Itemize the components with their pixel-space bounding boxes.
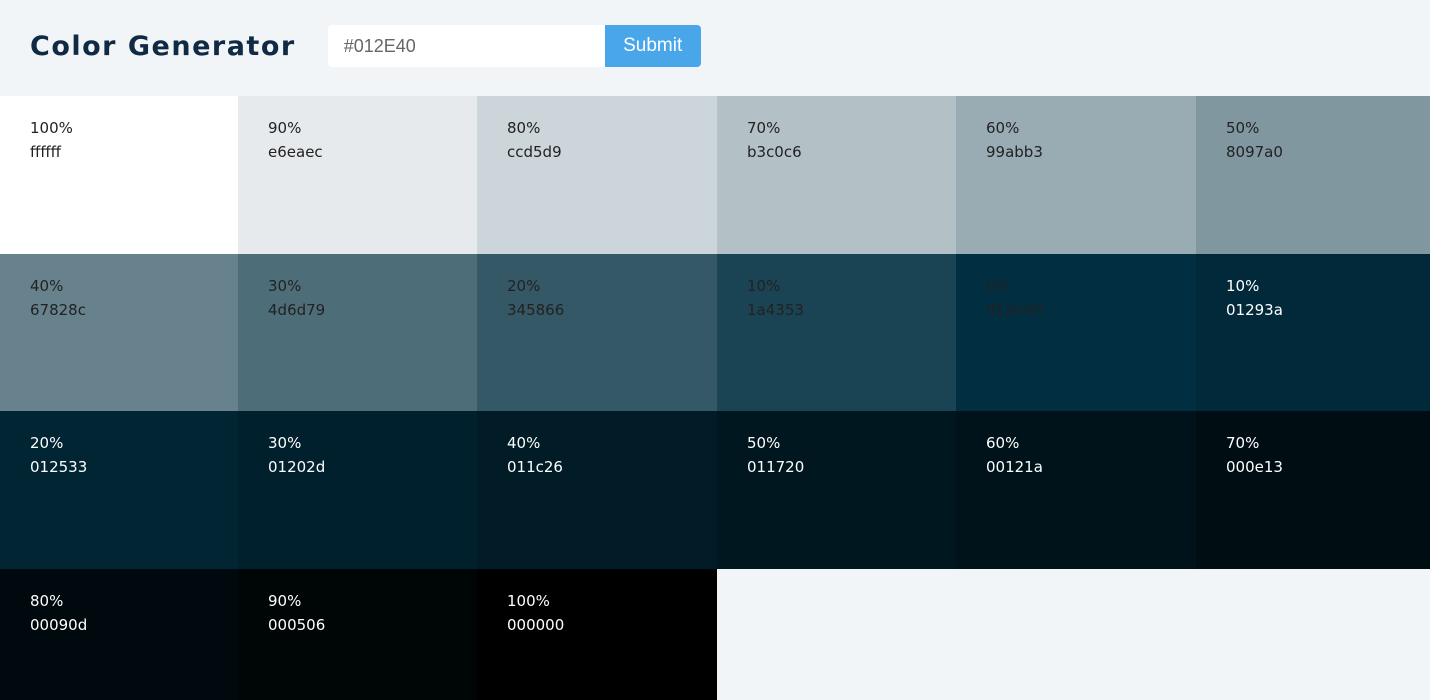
swatch-hex: 99abb3 — [986, 143, 1043, 161]
color-swatch[interactable]: 80% 00090d — [0, 568, 238, 700]
color-swatch[interactable]: 70% 000e13 — [1196, 411, 1430, 569]
swatch-percent: 10% — [1226, 276, 1260, 295]
color-swatch[interactable]: 100% ffffff — [0, 96, 238, 254]
color-swatch[interactable]: 80% ccd5d9 — [477, 96, 717, 254]
swatch-percent: 30% — [268, 276, 302, 295]
swatch-hex: 00090d — [30, 615, 88, 634]
color-swatch[interactable]: 60% 00121a — [956, 411, 1196, 569]
swatch-percent: 60% — [986, 434, 1020, 452]
swatch-hex: ccd5d9 — [507, 143, 562, 161]
swatch-percent: 30% — [268, 434, 302, 452]
swatch-hex: 8097a0 — [1226, 143, 1283, 161]
color-swatch[interactable]: 90% e6eaec — [238, 96, 477, 254]
page-title: Color Generator — [30, 31, 296, 62]
swatch-hex: 000000 — [507, 615, 565, 634]
swatch-hex: 011c26 — [507, 458, 563, 476]
color-swatch[interactable]: 50% 011720 — [717, 411, 956, 569]
swatch-percent: 70% — [747, 119, 781, 137]
swatch-percent: 70% — [1226, 434, 1260, 452]
color-swatch[interactable]: 0% 012e40 — [956, 253, 1196, 411]
swatch-hex: 000506 — [268, 615, 326, 634]
color-swatch[interactable]: 40% 67828c — [0, 253, 238, 411]
swatch-hex: ffffff — [30, 143, 62, 161]
swatch-percent: 60% — [986, 119, 1020, 137]
submit-button[interactable]: Submit — [604, 25, 701, 67]
swatch-percent: 40% — [30, 276, 64, 295]
color-swatch[interactable]: 90% 000506 — [238, 568, 477, 700]
swatch-hex: 345866 — [507, 300, 565, 319]
swatch-hex: 00121a — [986, 458, 1043, 476]
swatch-percent: 50% — [747, 434, 781, 452]
swatch-hex: 67828c — [30, 300, 86, 319]
swatch-percent: 20% — [30, 434, 64, 452]
color-swatch[interactable]: 30% 4d6d79 — [238, 253, 477, 411]
swatch-percent: 80% — [30, 591, 64, 610]
swatch-percent: 0% — [986, 276, 1010, 295]
color-swatch[interactable]: 10% 01293a — [1196, 253, 1430, 411]
color-swatch[interactable]: 100% 000000 — [477, 568, 717, 700]
swatch-hex: 011720 — [747, 458, 805, 476]
swatch-hex: 012e40 — [986, 300, 1043, 319]
swatch-hex: 01293a — [1226, 300, 1283, 319]
swatch-hex: 01202d — [268, 458, 326, 476]
swatch-hex: e6eaec — [268, 143, 323, 161]
swatch-percent: 50% — [1226, 119, 1260, 137]
color-swatch[interactable]: 30% 01202d — [238, 411, 477, 569]
swatch-percent: 20% — [507, 276, 541, 295]
swatch-percent: 100% — [507, 591, 550, 610]
swatch-percent: 80% — [507, 119, 541, 137]
color-swatch[interactable]: 60% 99abb3 — [956, 96, 1196, 254]
color-swatch[interactable]: 70% b3c0c6 — [717, 96, 956, 254]
swatch-percent: 90% — [268, 119, 302, 137]
swatch-hex: b3c0c6 — [747, 143, 802, 161]
color-swatch[interactable]: 20% 012533 — [0, 411, 238, 569]
swatch-percent: 10% — [747, 276, 781, 295]
color-input[interactable] — [327, 25, 605, 67]
swatch-hex: 4d6d79 — [268, 300, 326, 319]
swatch-hex: 012533 — [30, 458, 88, 476]
color-form: Submit — [327, 25, 701, 67]
color-grid: 100% ffffff 90% e6eaec 80% ccd5d9 70% b3c0c6 60%… — [0, 96, 1430, 700]
header: Color Generator Submit — [0, 0, 1430, 96]
swatch-hex: 1a4353 — [747, 300, 804, 319]
color-swatch[interactable]: 20% 345866 — [477, 253, 717, 411]
swatch-percent: 100% — [30, 119, 73, 137]
swatch-percent: 40% — [507, 434, 541, 452]
color-swatch[interactable]: 10% 1a4353 — [717, 253, 956, 411]
color-swatch[interactable]: 40% 011c26 — [477, 411, 717, 569]
color-swatch[interactable]: 50% 8097a0 — [1196, 96, 1430, 254]
swatch-hex: 000e13 — [1226, 458, 1283, 476]
swatch-percent: 90% — [268, 591, 302, 610]
